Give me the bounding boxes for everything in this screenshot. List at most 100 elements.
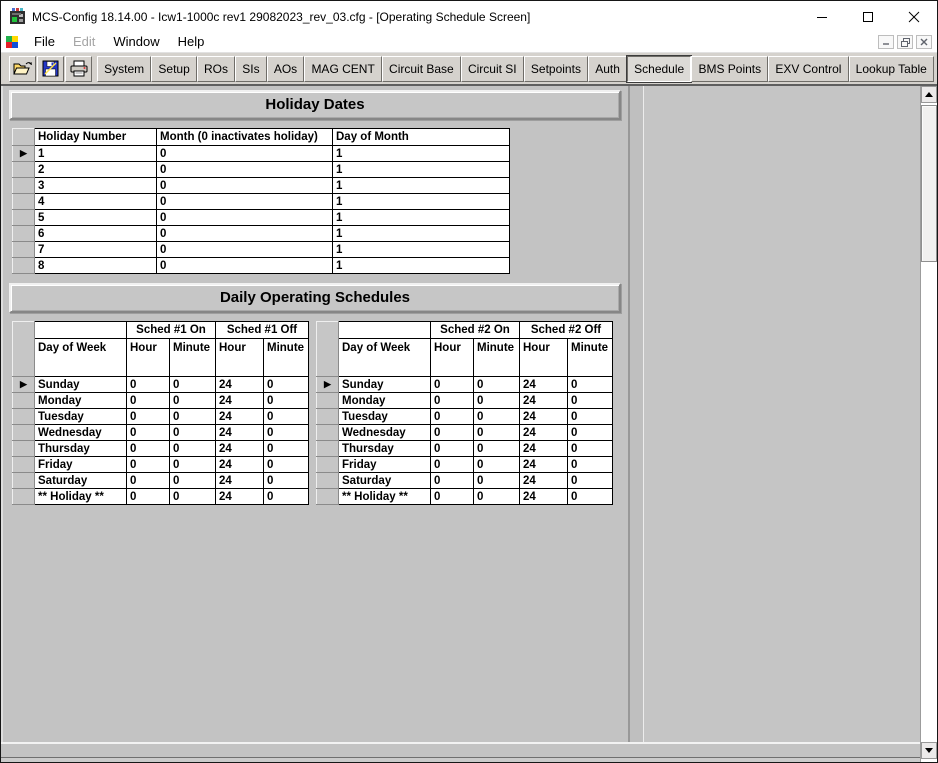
scrollbar-thumb[interactable] (921, 105, 937, 262)
toolbar-button[interactable]: Lookup Table (849, 56, 934, 82)
row-selector[interactable] (317, 441, 339, 457)
on-minute-cell[interactable]: 0 (474, 409, 520, 425)
on-hour-cell[interactable]: 0 (127, 473, 170, 489)
mdi-child-icon[interactable] (6, 36, 18, 48)
off-minute-cell[interactable]: 0 (568, 393, 613, 409)
on-hour-cell[interactable]: 0 (431, 489, 474, 505)
row-selector[interactable]: ▶ (317, 377, 339, 393)
off-hour-cell[interactable]: 24 (520, 441, 568, 457)
off-hour-cell[interactable]: 24 (520, 489, 568, 505)
off-minute-cell[interactable]: 0 (568, 457, 613, 473)
day-of-week-cell[interactable]: Monday (35, 393, 127, 409)
toolbar-button[interactable]: AOs (267, 56, 305, 82)
off-hour-cell[interactable]: 24 (520, 409, 568, 425)
day-of-week-cell[interactable]: Wednesday (339, 425, 431, 441)
day-of-week-cell[interactable]: Thursday (35, 441, 127, 457)
mdi-restore-button[interactable] (897, 35, 913, 49)
off-minute-cell[interactable]: 0 (568, 425, 613, 441)
close-button[interactable] (891, 1, 937, 32)
day-of-week-cell[interactable]: Thursday (339, 441, 431, 457)
row-selector[interactable] (13, 242, 35, 258)
on-hour-cell[interactable]: 0 (431, 473, 474, 489)
holiday-number-cell[interactable]: 8 (35, 258, 157, 274)
row-selector[interactable] (13, 210, 35, 226)
row-selector[interactable] (317, 457, 339, 473)
day-of-week-cell[interactable]: Wednesday (35, 425, 127, 441)
day-of-week-cell[interactable]: ** Holiday ** (35, 489, 127, 505)
row-selector[interactable] (13, 409, 35, 425)
on-minute-cell[interactable]: 0 (474, 473, 520, 489)
off-hour-cell[interactable]: 24 (216, 425, 264, 441)
holiday-number-cell[interactable]: 3 (35, 178, 157, 194)
on-minute-cell[interactable]: 0 (474, 377, 520, 393)
on-minute-cell[interactable]: 0 (170, 489, 216, 505)
off-hour-cell[interactable]: 24 (520, 457, 568, 473)
toolbar-button[interactable]: Circuit SI (461, 56, 524, 82)
off-minute-cell[interactable]: 0 (264, 457, 309, 473)
holiday-month-cell[interactable]: 0 (157, 226, 333, 242)
off-minute-cell[interactable]: 0 (568, 409, 613, 425)
holiday-month-cell[interactable]: 0 (157, 146, 333, 162)
holiday-number-cell[interactable]: 6 (35, 226, 157, 242)
holiday-day-cell[interactable]: 1 (333, 242, 510, 258)
holiday-number-cell[interactable]: 1 (35, 146, 157, 162)
holiday-day-cell[interactable]: 1 (333, 178, 510, 194)
save-button[interactable] (37, 56, 64, 82)
off-hour-cell[interactable]: 24 (216, 457, 264, 473)
mdi-minimize-button[interactable] (878, 35, 894, 49)
row-selector[interactable] (317, 425, 339, 441)
on-minute-cell[interactable]: 0 (474, 489, 520, 505)
scroll-down-button[interactable] (921, 742, 937, 759)
toolbar-button[interactable]: ROs (197, 56, 235, 82)
toolbar-button[interactable]: Circuit Base (382, 56, 461, 82)
on-hour-cell[interactable]: 0 (431, 393, 474, 409)
on-minute-cell[interactable]: 0 (170, 409, 216, 425)
day-of-week-cell[interactable]: Sunday (339, 377, 431, 393)
toolbar-button[interactable]: Setup (151, 56, 197, 82)
on-hour-cell[interactable]: 0 (431, 441, 474, 457)
row-selector[interactable]: ▶ (13, 377, 35, 393)
off-hour-cell[interactable]: 24 (216, 489, 264, 505)
holiday-day-cell[interactable]: 1 (333, 258, 510, 274)
day-of-week-cell[interactable]: Sunday (35, 377, 127, 393)
holiday-day-cell[interactable]: 1 (333, 226, 510, 242)
on-minute-cell[interactable]: 0 (170, 457, 216, 473)
open-file-button[interactable] (9, 56, 36, 82)
row-selector[interactable] (13, 425, 35, 441)
on-hour-cell[interactable]: 0 (431, 457, 474, 473)
scroll-up-button[interactable] (921, 86, 937, 103)
row-selector[interactable] (13, 194, 35, 210)
on-hour-cell[interactable]: 0 (127, 441, 170, 457)
holiday-month-cell[interactable]: 0 (157, 258, 333, 274)
on-minute-cell[interactable]: 0 (170, 441, 216, 457)
holiday-month-cell[interactable]: 0 (157, 178, 333, 194)
on-hour-cell[interactable]: 0 (127, 457, 170, 473)
toolbar-button[interactable]: Schedule (627, 56, 691, 82)
off-minute-cell[interactable]: 0 (568, 489, 613, 505)
mdi-close-button[interactable] (916, 35, 932, 49)
toolbar-button[interactable]: BMS Points (691, 56, 768, 82)
on-minute-cell[interactable]: 0 (474, 425, 520, 441)
holiday-number-cell[interactable]: 5 (35, 210, 157, 226)
menu-item[interactable]: Help (169, 33, 214, 51)
minimize-button[interactable] (799, 1, 845, 32)
vertical-scrollbar[interactable] (920, 86, 937, 762)
off-hour-cell[interactable]: 24 (216, 409, 264, 425)
row-selector[interactable] (13, 473, 35, 489)
off-hour-cell[interactable]: 24 (520, 425, 568, 441)
row-selector[interactable] (13, 441, 35, 457)
off-hour-cell[interactable]: 24 (520, 393, 568, 409)
off-minute-cell[interactable]: 0 (264, 425, 309, 441)
off-hour-cell[interactable]: 24 (520, 377, 568, 393)
row-selector[interactable] (317, 393, 339, 409)
off-hour-cell[interactable]: 24 (216, 377, 264, 393)
day-of-week-cell[interactable]: Friday (339, 457, 431, 473)
on-hour-cell[interactable]: 0 (431, 425, 474, 441)
off-minute-cell[interactable]: 0 (264, 409, 309, 425)
off-minute-cell[interactable]: 0 (264, 473, 309, 489)
day-of-week-cell[interactable]: Saturday (339, 473, 431, 489)
holiday-number-cell[interactable]: 2 (35, 162, 157, 178)
row-selector[interactable] (13, 393, 35, 409)
menu-item[interactable]: Window (104, 33, 168, 51)
holiday-day-cell[interactable]: 1 (333, 146, 510, 162)
